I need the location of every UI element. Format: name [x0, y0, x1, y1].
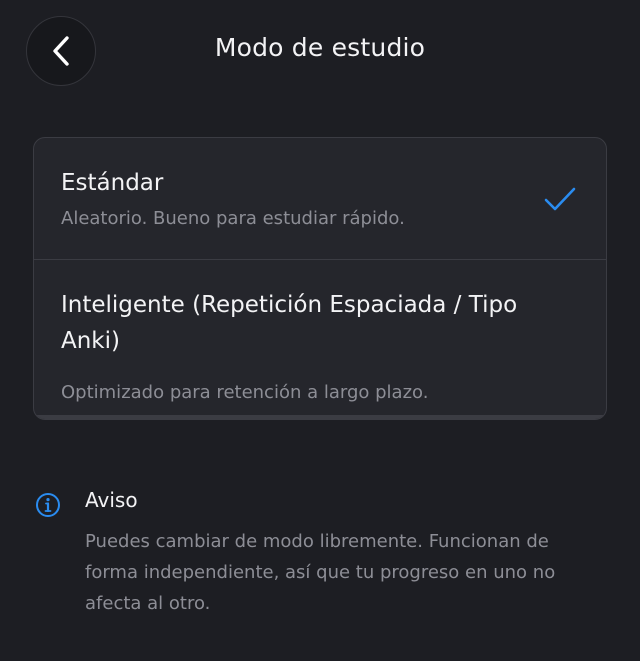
card-shadow: [34, 415, 606, 419]
mode-option-description: Aleatorio. Bueno para estudiar rápido.: [61, 208, 405, 229]
study-mode-list: Estándar Aleatorio. Bueno para estudiar …: [33, 137, 607, 420]
mode-option-standard[interactable]: Estándar Aleatorio. Bueno para estudiar …: [34, 138, 606, 260]
mode-option-title: Estándar: [61, 170, 164, 196]
info-icon: [36, 493, 60, 517]
mode-option-title: Inteligente (Repetición Espaciada / Tipo…: [61, 292, 518, 354]
notice-title: Aviso: [85, 488, 138, 512]
mode-option-description: Optimizado para retención a largo plazo.: [61, 382, 429, 403]
mode-option-smart[interactable]: Inteligente (Repetición Espaciada / Tipo…: [34, 260, 606, 419]
page-title: Modo de estudio: [214, 33, 426, 62]
notice-text: Puedes cambiar de modo libremente. Funci…: [85, 531, 556, 614]
checkmark-icon: [544, 187, 576, 211]
